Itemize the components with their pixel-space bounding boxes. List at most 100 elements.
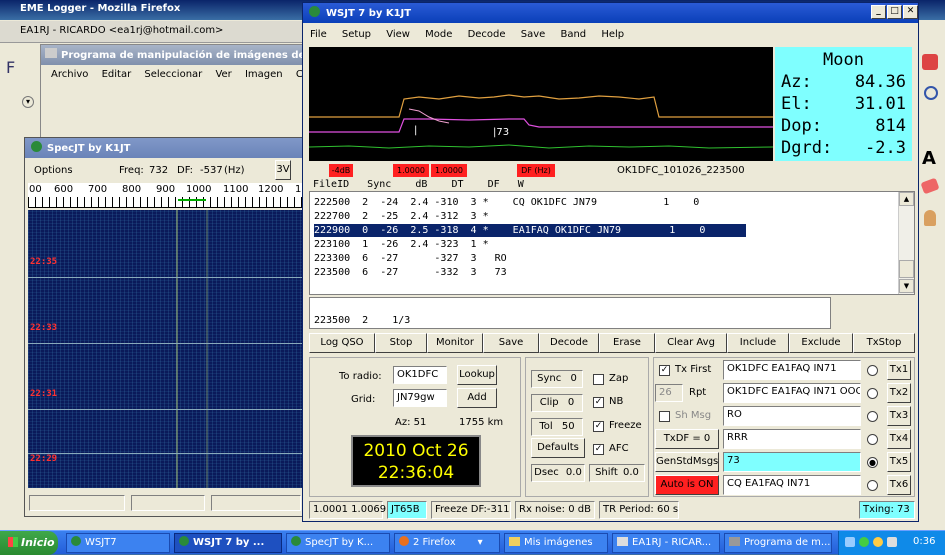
rpt-input[interactable]: 26 xyxy=(655,384,683,402)
menu-view[interactable]: View xyxy=(386,29,410,40)
tx5-message[interactable]: 73 xyxy=(723,452,861,472)
gimp-titlebar[interactable]: Programa de manipulación de imágenes de … xyxy=(41,45,307,65)
tray-security-icon[interactable] xyxy=(859,537,869,547)
tx6-button[interactable]: Tx6 xyxy=(887,475,911,495)
menu-decode[interactable]: Decode xyxy=(468,29,506,40)
tray-update-icon[interactable] xyxy=(873,537,883,547)
user-icon[interactable] xyxy=(924,210,936,226)
text-icon[interactable]: A xyxy=(922,148,936,169)
monitor-button[interactable]: Monitor xyxy=(427,333,483,353)
lookup-button[interactable]: Lookup xyxy=(457,365,497,385)
decode-row-selected[interactable]: 222900 0 -26 2.5 -318 4 * EA1FAQ OK1DFC … xyxy=(314,224,746,237)
specjt-options-menu[interactable]: Options xyxy=(34,165,73,176)
gimp-menu-editar[interactable]: Editar xyxy=(102,69,132,80)
maximize-button[interactable]: □ xyxy=(887,5,902,19)
average-area[interactable]: 223500 2 1/3 xyxy=(309,297,831,329)
tol-spinner[interactable]: Tol 50 xyxy=(531,418,583,436)
tx3-radio[interactable] xyxy=(867,411,878,422)
tx1-button[interactable]: Tx1 xyxy=(887,360,911,380)
decode-row[interactable]: 222700 2 -25 2.4 -312 3 * xyxy=(314,210,489,223)
menu-band[interactable]: Band xyxy=(560,29,586,40)
specjt-3v-button[interactable]: 3V xyxy=(275,160,291,180)
gen-std-msgs-button[interactable]: GenStdMsgs xyxy=(655,452,719,472)
txstop-button[interactable]: TxStop xyxy=(853,333,915,353)
clear-avg-button[interactable]: Clear Avg xyxy=(655,333,727,353)
sync-spinner[interactable]: Sync 0 xyxy=(531,370,583,388)
scroll-up-icon[interactable]: ▲ xyxy=(899,192,914,206)
taskbar-item[interactable]: Mis imágenes xyxy=(504,533,608,553)
tx4-radio[interactable] xyxy=(867,434,878,445)
decode-row[interactable]: 223500 6 -27 -332 3 73 xyxy=(314,266,507,279)
tray-volume-icon[interactable] xyxy=(887,537,897,547)
decode-scrollbar[interactable]: ▲ ▼ xyxy=(898,192,914,294)
exclude-button[interactable]: Exclude xyxy=(789,333,853,353)
auto-on-button[interactable]: Auto is ON xyxy=(655,475,719,495)
erase-button[interactable]: Erase xyxy=(599,333,655,353)
menu-mode[interactable]: Mode xyxy=(425,29,452,40)
shift-spinner[interactable]: Shift 0.0 xyxy=(589,464,645,482)
close-button[interactable]: ✕ xyxy=(903,5,918,19)
decode-list[interactable]: 222500 2 -24 2.4 -310 3 * CQ OK1DFC JN79… xyxy=(309,191,915,295)
taskbar-item-active[interactable]: WSJT 7 by ... xyxy=(174,533,282,553)
zap-checkbox[interactable] xyxy=(593,374,604,385)
tx6-message[interactable]: CQ EA1FAQ IN71 xyxy=(723,475,861,495)
clip-spinner[interactable]: Clip 0 xyxy=(531,394,583,412)
tx3-message[interactable]: RO xyxy=(723,406,861,426)
firefox-tab[interactable]: EA1RJ - RICARDO <ea1rj@hotmail.com> xyxy=(0,21,304,43)
tx4-message[interactable]: RRR xyxy=(723,429,861,449)
puzzle-icon[interactable] xyxy=(922,54,938,70)
tx1-message[interactable]: OK1DFC EA1FAQ IN71 xyxy=(723,360,861,380)
tx2-radio[interactable] xyxy=(867,388,878,399)
tray-clock[interactable]: 0:36 xyxy=(913,536,935,547)
taskbar-item[interactable]: SpecJT by K... xyxy=(286,533,390,553)
gimp-menu-seleccionar[interactable]: Seleccionar xyxy=(144,69,202,80)
nb-checkbox[interactable]: ✓ xyxy=(593,397,604,408)
tx1-radio[interactable] xyxy=(867,365,878,376)
tray-network-icon[interactable] xyxy=(845,537,855,547)
gimp-menu-imagen[interactable]: Imagen xyxy=(245,69,283,80)
tx2-message[interactable]: OK1DFC EA1FAQ IN71 OOO xyxy=(723,383,861,403)
defaults-button[interactable]: Defaults xyxy=(531,438,585,458)
start-button[interactable]: Inicio xyxy=(0,531,58,555)
scroll-down-icon[interactable]: ▼ xyxy=(899,279,914,293)
tx3-button[interactable]: Tx3 xyxy=(887,406,911,426)
to-radio-input[interactable]: OK1DFC xyxy=(393,366,447,384)
menu-setup[interactable]: Setup xyxy=(342,29,371,40)
decode-row[interactable]: 223300 6 -27 -327 3 RO xyxy=(314,252,507,265)
wsjt-titlebar[interactable]: WSJT 7 by K1JT _ □ ✕ xyxy=(303,3,918,23)
eraser-icon[interactable] xyxy=(920,177,940,195)
decode-row[interactable]: 223100 1 -26 2.4 -323 1 * xyxy=(314,238,489,251)
search-icon[interactable] xyxy=(924,86,938,100)
menu-help[interactable]: Help xyxy=(601,29,624,40)
minimize-button[interactable]: _ xyxy=(871,5,886,19)
tx5-radio[interactable]: ● xyxy=(867,457,878,468)
taskbar-item[interactable]: EA1RJ - RICAR... xyxy=(612,533,720,553)
grid-input[interactable]: JN79gw xyxy=(393,389,447,407)
tx2-button[interactable]: Tx2 xyxy=(887,383,911,403)
tx-first-checkbox[interactable]: ✓ xyxy=(659,365,670,376)
tx5-button[interactable]: Tx5 xyxy=(887,452,911,472)
save-button[interactable]: Save xyxy=(483,333,539,353)
specjt-titlebar[interactable]: SpecJT by K1JT xyxy=(25,138,307,158)
taskbar-item[interactable]: WSJT7 xyxy=(66,533,170,553)
tx6-radio[interactable] xyxy=(867,480,878,491)
scroll-thumb[interactable] xyxy=(899,260,914,278)
stop-button[interactable]: Stop xyxy=(375,333,427,353)
gimp-menu-archivo[interactable]: Archivo xyxy=(51,69,88,80)
tx4-button[interactable]: Tx4 xyxy=(887,429,911,449)
freeze-checkbox[interactable]: ✓ xyxy=(593,421,604,432)
gimp-menu-ver[interactable]: Ver xyxy=(215,69,231,80)
sh-msg-checkbox[interactable] xyxy=(659,411,670,422)
menu-save[interactable]: Save xyxy=(521,29,546,40)
taskbar-item[interactable]: Programa de m... xyxy=(724,533,832,553)
fx-left-scroll-icon[interactable]: ▾ xyxy=(22,96,34,108)
afc-checkbox[interactable]: ✓ xyxy=(593,444,604,455)
decode-button[interactable]: Decode xyxy=(539,333,599,353)
taskbar-item[interactable]: 2 Firefox ▾ xyxy=(394,533,500,553)
menu-file[interactable]: File xyxy=(310,29,327,40)
add-button[interactable]: Add xyxy=(457,388,497,408)
dsec-spinner[interactable]: Dsec 0.0 xyxy=(531,464,585,482)
log-qso-button[interactable]: Log QSO xyxy=(309,333,375,353)
txdf-button[interactable]: TxDF = 0 xyxy=(655,429,719,449)
include-button[interactable]: Include xyxy=(727,333,789,353)
